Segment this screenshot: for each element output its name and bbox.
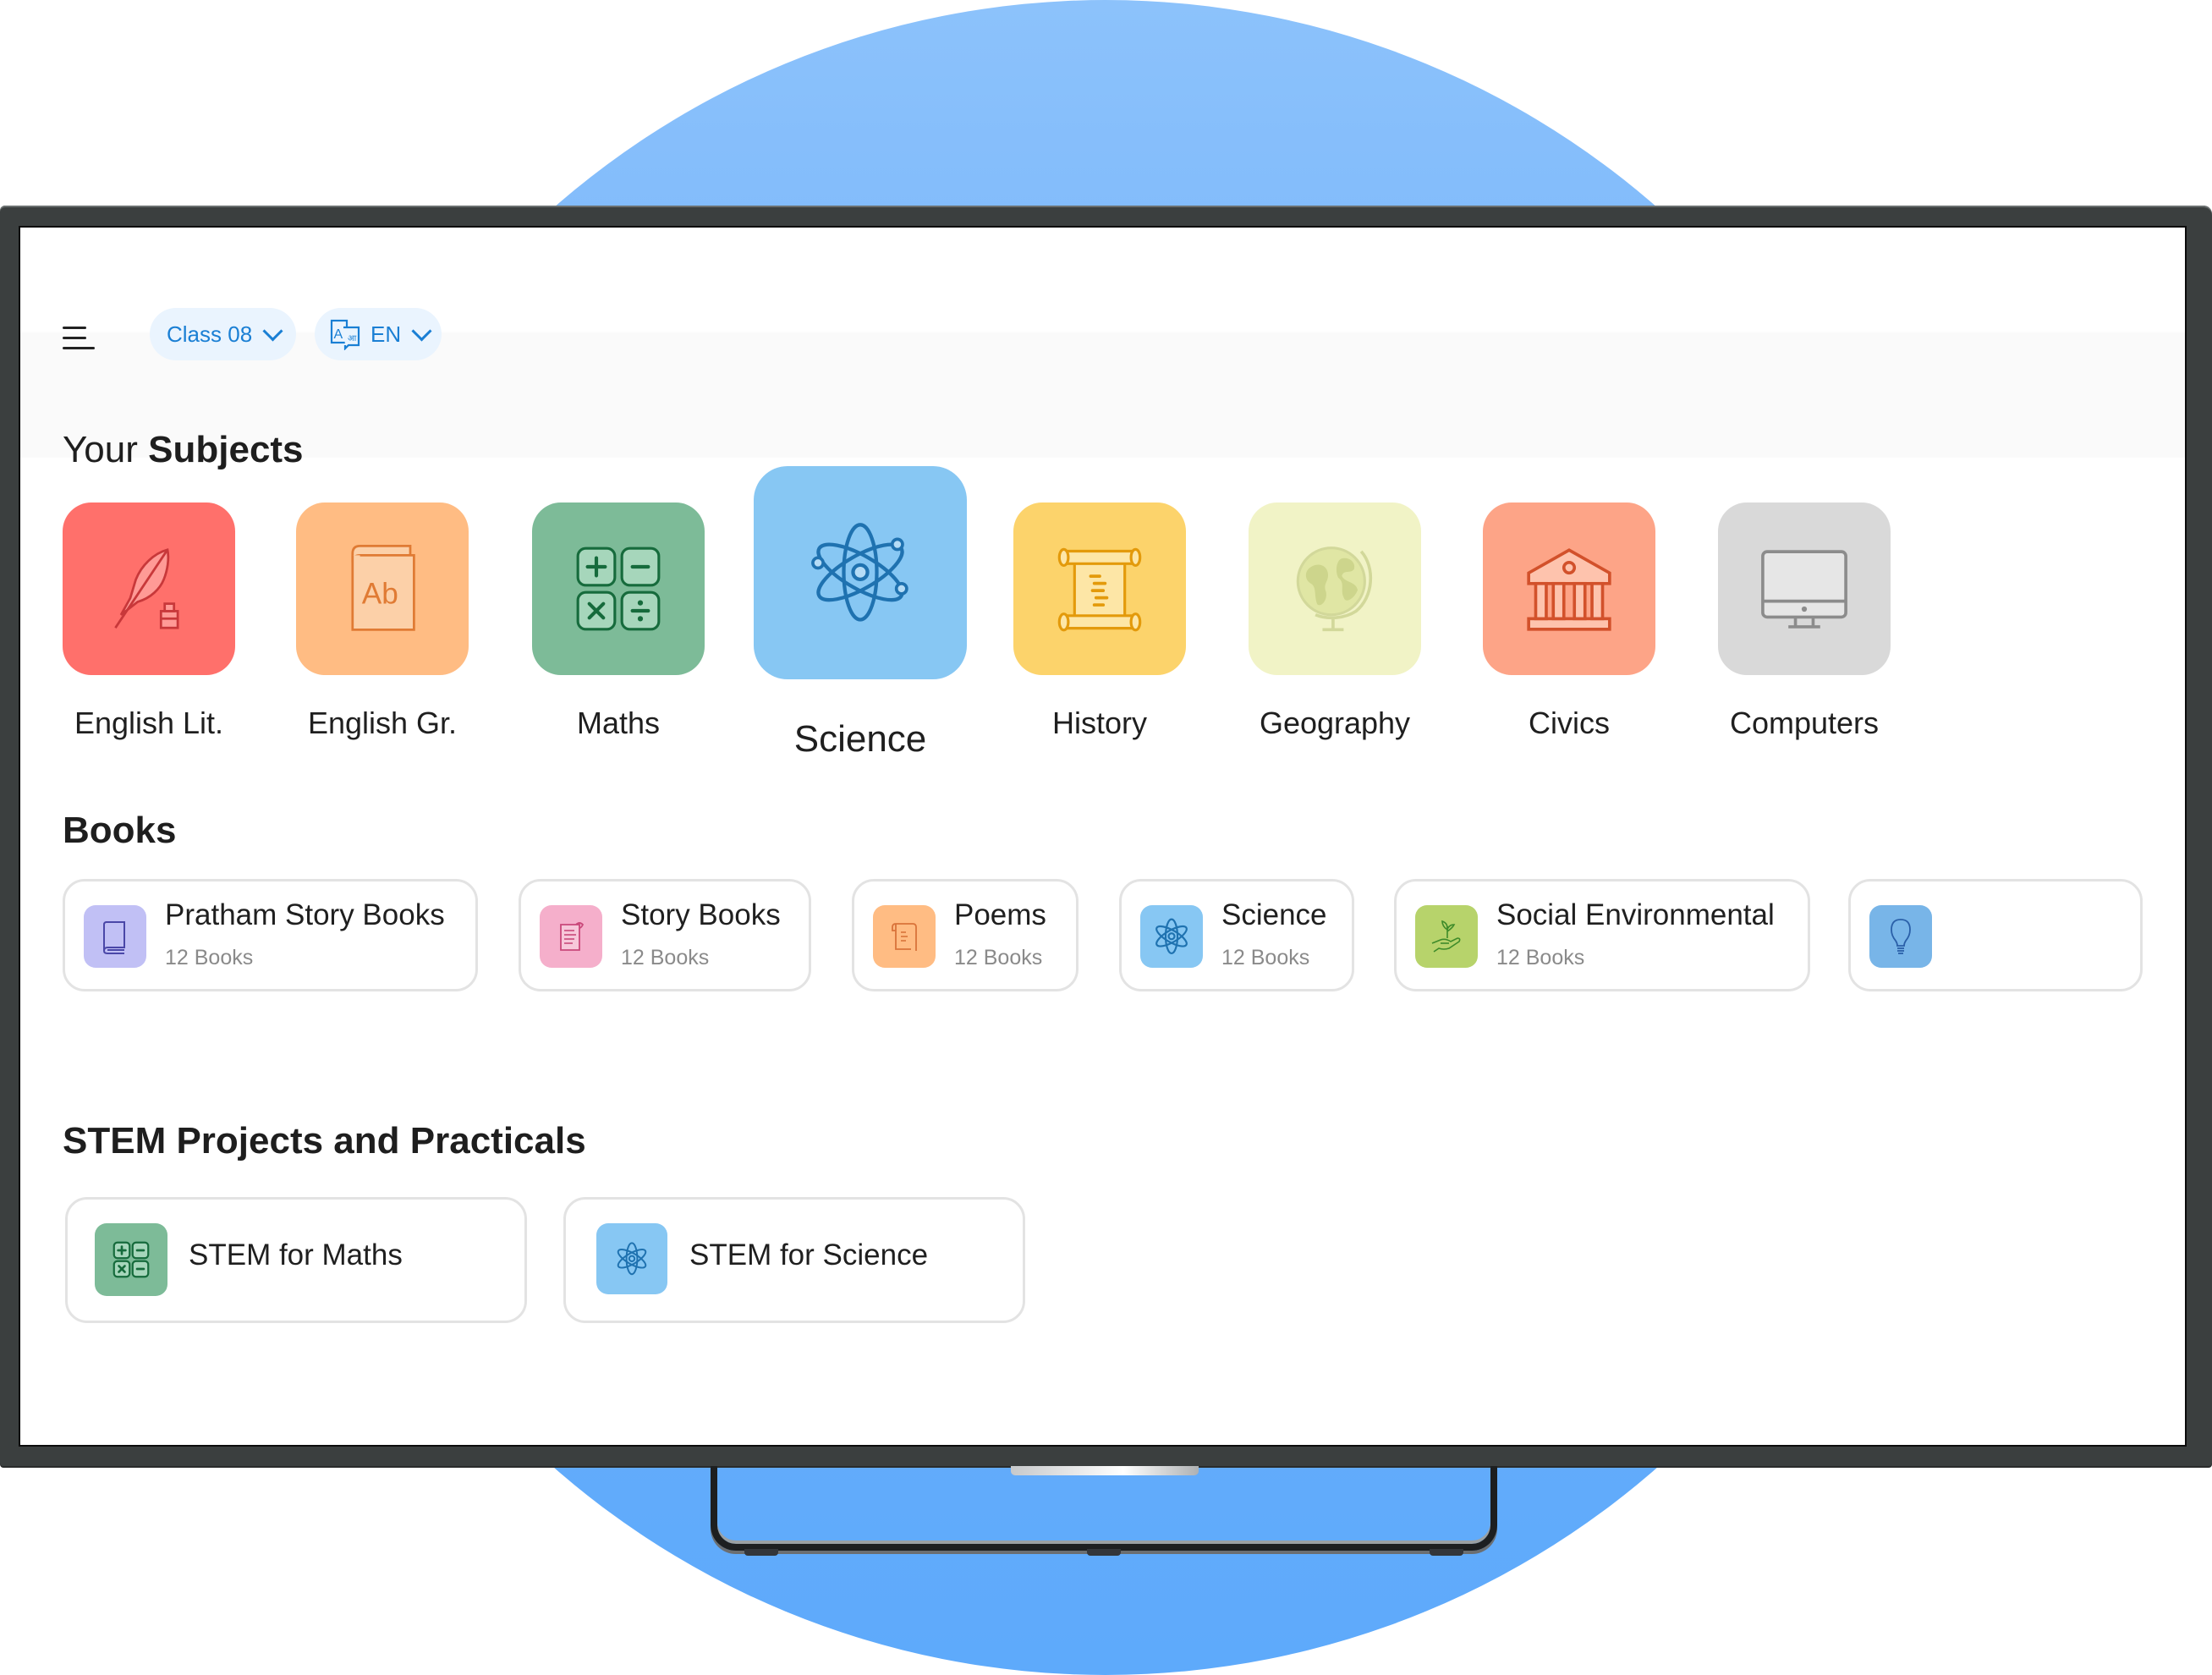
svg-text:Ab: Ab [362, 578, 398, 611]
stem-heading: STEM Projects and Practicals [63, 1120, 586, 1162]
subject-geography[interactable]: Geography [1249, 502, 1421, 740]
document-icon [540, 905, 602, 968]
subject-tile [1013, 502, 1186, 675]
book-card-social-environmental[interactable]: Social Environmental 12 Books [1394, 879, 1810, 991]
globe-icon [1296, 546, 1373, 632]
subject-tile: Ab [296, 502, 469, 675]
plant-hand-icon [1415, 905, 1478, 968]
language-selector-value: EN [370, 321, 402, 347]
translate-icon: A आ [330, 319, 360, 350]
stem-card-maths[interactable]: STEM for Maths [65, 1197, 527, 1323]
subject-tile [1249, 502, 1421, 675]
quill-ink-icon [114, 548, 179, 629]
desktop-computer-icon [1761, 550, 1847, 629]
subject-tile [1483, 502, 1655, 675]
lightbulb-icon [1869, 905, 1932, 968]
calculator-icon [95, 1223, 167, 1296]
subject-label: Maths [576, 706, 661, 740]
atom-icon [811, 523, 908, 622]
card-title: Social Environmental [1496, 898, 1775, 931]
subject-tile [532, 502, 705, 675]
chevron-down-icon [411, 320, 432, 342]
hamburger-menu-icon[interactable] [63, 327, 96, 352]
subject-label: English Gr. [307, 706, 458, 740]
subject-label: History [1051, 706, 1148, 740]
card-title: Story Books [621, 898, 781, 931]
tv-screen: Class 08 A आ EN Your Subjects English Li… [19, 226, 2187, 1447]
class-selector[interactable]: Class 08 [150, 308, 296, 360]
card-subtitle: 12 Books [1496, 946, 1585, 969]
poem-scroll-icon [873, 905, 936, 968]
subject-label: Civics [1529, 706, 1610, 740]
book-card-story-books[interactable]: Story Books 12 Books [519, 879, 811, 991]
subject-english-gr[interactable]: Ab English Gr. [296, 502, 469, 740]
grammar-book-icon: Ab [351, 545, 415, 631]
atom-icon [1140, 905, 1203, 968]
subjects-heading: Your Subjects [63, 429, 304, 470]
government-building-icon [1527, 548, 1611, 631]
card-subtitle: 12 Books [1221, 946, 1310, 969]
subject-history[interactable]: History [1013, 502, 1186, 740]
atom-icon [596, 1223, 667, 1294]
card-title: Poems [954, 898, 1046, 931]
tv-frame: Class 08 A आ EN Your Subjects English Li… [0, 206, 2212, 1466]
card-title: Pratham Story Books [165, 898, 445, 931]
card-title: STEM for Science [689, 1238, 929, 1271]
book-icon [84, 905, 146, 968]
svg-text:आ: आ [348, 334, 357, 343]
stem-card-science[interactable]: STEM for Science [563, 1197, 1025, 1323]
card-title: Science [1221, 898, 1327, 931]
card-title: STEM for Maths [189, 1238, 403, 1271]
subject-label: Science [793, 718, 927, 760]
card-subtitle: 12 Books [954, 946, 1043, 969]
card-subtitle: 12 Books [165, 946, 254, 969]
subject-civics[interactable]: Civics [1483, 502, 1655, 740]
subject-english-lit[interactable]: English Lit. [63, 502, 235, 740]
calculator-icon [576, 546, 661, 631]
scroll-icon [1057, 547, 1142, 632]
subject-label: English Lit. [74, 706, 224, 740]
subject-tile [63, 502, 235, 675]
card-subtitle: 12 Books [621, 946, 710, 969]
tv-stand [711, 1466, 1497, 1559]
class-selector-value: Class 08 [167, 321, 253, 347]
chevron-down-icon [262, 320, 283, 342]
subject-computers[interactable]: Computers [1718, 502, 1891, 740]
book-card-poems[interactable]: Poems 12 Books [852, 879, 1079, 991]
book-card-pratham-story-books[interactable]: Pratham Story Books 12 Books [63, 879, 478, 991]
language-selector[interactable]: A आ EN [315, 308, 442, 360]
subject-tile [1718, 502, 1891, 675]
book-card-science[interactable]: Science 12 Books [1119, 879, 1354, 991]
subject-label: Geography [1259, 706, 1411, 740]
svg-text:A: A [334, 327, 343, 342]
book-card-ideas[interactable] [1848, 879, 2143, 991]
subject-science[interactable]: Science [754, 466, 967, 760]
books-heading: Books [63, 810, 177, 851]
subject-maths[interactable]: Maths [532, 502, 705, 740]
subject-label: Computers [1729, 706, 1880, 740]
subject-tile [754, 466, 967, 679]
